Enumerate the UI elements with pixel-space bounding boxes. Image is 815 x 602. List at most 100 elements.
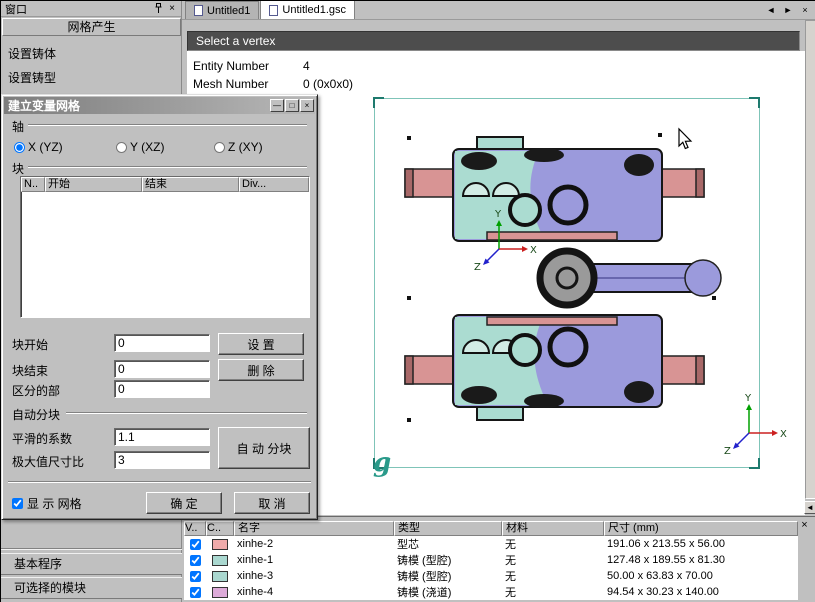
entity-list-panel: × V.. C.. 名字 类型 材料 尺寸 (mm) xinhe-2 型芯 无 …	[182, 516, 815, 602]
dialog-body: 轴 X (YZ) Y (XZ) Z (XY) 块 N.. 开始 结束 Div..…	[4, 114, 315, 517]
document-icon	[269, 4, 279, 16]
column-header-name[interactable]: 名字	[234, 521, 394, 536]
set-button[interactable]: 设 置	[218, 333, 304, 355]
entity-material: 无	[505, 571, 516, 583]
auto-group-label: 自动分块	[12, 408, 61, 422]
entity-name: xinhe-3	[237, 570, 274, 582]
block-start-input[interactable]	[114, 334, 210, 352]
entity-size: 50.00 x 63.83 x 70.00	[607, 570, 713, 582]
entity-material: 无	[505, 587, 516, 599]
block-list[interactable]: N.. 开始 结束 Div...	[20, 176, 310, 318]
axis-z-radio-input[interactable]	[214, 141, 225, 153]
close-document-icon[interactable]: ×	[798, 3, 812, 17]
minimize-icon[interactable]: —	[270, 99, 284, 112]
entity-size: 191.06 x 213.55 x 56.00	[607, 538, 726, 550]
color-swatch[interactable]	[212, 586, 228, 598]
axes-triad-corner: Y X Z	[724, 393, 787, 457]
sidebar-section-selectable-modules[interactable]: 可选择的模块	[1, 577, 182, 599]
axis-x-radio[interactable]: X (YZ)	[14, 140, 63, 154]
delete-button[interactable]: 删 除	[218, 359, 304, 381]
maximize-icon[interactable]: □	[285, 99, 299, 112]
panel-title: 窗口	[5, 3, 27, 16]
top-casting-part[interactable]	[404, 136, 705, 242]
smooth-coef-label: 平滑的系数	[12, 432, 73, 446]
column-header-material[interactable]: 材料	[502, 521, 604, 536]
tab-scroll-right-icon[interactable]: ►	[781, 3, 795, 17]
table-row[interactable]: xinhe-4 铸模 (浇道) 无 94.54 x 30.23 x 140.00	[184, 584, 798, 600]
separator	[1, 548, 182, 550]
tab-label: Untitled1.gsc	[282, 4, 347, 16]
axis-z-label: Z	[474, 262, 481, 273]
entity-size: 127.48 x 189.55 x 81.30	[607, 554, 726, 566]
axis-x-radio-input[interactable]	[14, 141, 25, 153]
column-header-size[interactable]: 尺寸 (mm)	[604, 521, 798, 536]
block-list-header: N.. 开始 结束 Div...	[21, 177, 309, 192]
visibility-checkbox[interactable]	[189, 538, 201, 550]
entity-name: xinhe-2	[237, 538, 274, 550]
panel-header-mesh-generation[interactable]: 网格产生	[2, 18, 181, 36]
close-icon[interactable]: ×	[300, 99, 314, 112]
column-header-visibility[interactable]: V..	[184, 521, 206, 536]
auto-divide-button[interactable]: 自 动 分块	[218, 427, 310, 469]
tab-scroll-left-icon[interactable]: ◄	[764, 3, 778, 17]
block-end-input[interactable]	[114, 360, 210, 378]
show-mesh-label: 显 示 网格	[27, 497, 82, 511]
max-ratio-input[interactable]	[114, 451, 210, 469]
panel-titlebar: 窗口 ×	[1, 1, 181, 17]
cancel-button[interactable]: 取 消	[234, 492, 310, 514]
max-ratio-label: 极大值尺寸比	[12, 455, 85, 469]
color-swatch[interactable]	[212, 570, 228, 582]
block-group-label: 块	[12, 162, 25, 176]
sidebar-section-basic-programs[interactable]: 基本程序	[1, 553, 182, 575]
color-swatch[interactable]	[212, 554, 228, 566]
bottom-casting-part[interactable]	[404, 314, 705, 421]
axis-x-radio-label: X (YZ)	[28, 140, 63, 154]
column-header-color[interactable]: C..	[206, 521, 234, 536]
runner-assembly[interactable]	[536, 247, 722, 309]
ok-button[interactable]: 确 定	[146, 492, 222, 514]
visibility-checkbox[interactable]	[189, 570, 201, 582]
tab-navigation: ◄ ► ×	[764, 3, 812, 17]
pin-icon-glyph	[155, 3, 161, 13]
show-mesh-checkbox[interactable]: 显 示 网格	[12, 495, 82, 512]
axis-y-label: Y	[494, 209, 502, 220]
block-column-end: 结束	[142, 177, 239, 192]
color-swatch[interactable]	[212, 538, 228, 550]
partition-label: 区分的部	[12, 384, 61, 398]
axis-group-label: 轴	[12, 120, 25, 134]
separator	[66, 412, 307, 414]
entity-type: 型芯	[397, 539, 419, 551]
entity-size: 94.54 x 30.23 x 140.00	[607, 586, 719, 598]
table-row[interactable]: xinhe-1 铸模 (型腔) 无 127.48 x 189.55 x 81.3…	[184, 552, 798, 568]
close-entity-list-icon[interactable]: ×	[798, 519, 811, 532]
separator	[28, 124, 307, 126]
block-column-n: N..	[21, 177, 45, 192]
table-row[interactable]: xinhe-3 铸模 (型腔) 无 50.00 x 63.83 x 70.00	[184, 568, 798, 584]
column-header-type[interactable]: 类型	[394, 521, 502, 536]
axis-z-radio[interactable]: Z (XY)	[214, 140, 263, 154]
tab-untitled1-gsc[interactable]: Untitled1.gsc	[260, 1, 356, 19]
visibility-checkbox[interactable]	[189, 554, 201, 566]
tab-untitled1[interactable]: Untitled1	[185, 1, 260, 19]
entity-material: 无	[505, 539, 516, 551]
entity-table-header: V.. C.. 名字 类型 材料 尺寸 (mm)	[184, 521, 798, 536]
cursor-arrow	[678, 127, 693, 150]
table-row[interactable]: xinhe-2 型芯 无 191.06 x 213.55 x 56.00	[184, 536, 798, 552]
axis-y-radio[interactable]: Y (XZ)	[116, 140, 164, 154]
axis-y-radio-input[interactable]	[116, 141, 127, 153]
block-start-label: 块开始	[12, 338, 49, 352]
entity-name: xinhe-4	[237, 586, 274, 598]
partition-input[interactable]	[114, 380, 210, 398]
horizontal-scroll-left-icon[interactable]: ◄	[804, 501, 815, 514]
pin-icon[interactable]	[151, 2, 165, 15]
sidebar-item-set-casting[interactable]: 设置铸体	[1, 45, 181, 63]
sidebar-item-set-mold[interactable]: 设置铸型	[1, 69, 181, 87]
close-panel-button[interactable]: ×	[165, 2, 179, 15]
smooth-coef-input[interactable]	[114, 428, 210, 446]
vertical-scrollbar[interactable]	[805, 20, 815, 499]
axis-z-label: Z	[724, 446, 731, 457]
prompt-text: Select a vertex	[196, 34, 276, 48]
variable-mesh-dialog: 建立变量网格 — □ × 轴 X (YZ) Y (XZ) Z (XY) 块 N.…	[1, 94, 318, 520]
visibility-checkbox[interactable]	[189, 586, 201, 598]
show-mesh-checkbox-input[interactable]	[12, 498, 23, 509]
